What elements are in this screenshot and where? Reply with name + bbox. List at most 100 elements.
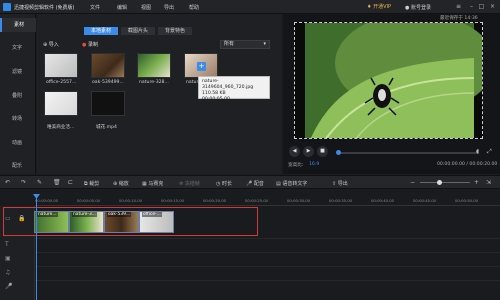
media-thumb-video[interactable] xyxy=(91,91,125,116)
media-label: office-2557... xyxy=(46,80,77,85)
media-label: 唯美商业活... xyxy=(47,125,75,130)
split-icon[interactable]: ⊏ xyxy=(68,179,73,186)
preview-canvas[interactable] xyxy=(294,22,483,139)
tab-local-media[interactable]: 本地素材 xyxy=(84,27,118,35)
media-filter-select[interactable]: 所有 ▾ xyxy=(220,40,270,49)
freeze-label: 冻结帧 xyxy=(184,181,200,187)
tab-background[interactable]: 背景特色 xyxy=(158,27,192,35)
ruler-tick: 00:00:40.00 xyxy=(371,198,395,203)
preview-scrubber-handle[interactable] xyxy=(336,150,341,155)
sidebar-item-music[interactable]: 配乐 xyxy=(0,159,36,173)
redo-icon[interactable]: ↷ xyxy=(21,179,26,186)
record-button[interactable]: ● 录制 xyxy=(82,41,98,48)
track-divider xyxy=(35,280,500,281)
playhead[interactable] xyxy=(36,196,37,300)
speech-to-text-button[interactable]: ▤ 语音转文字 xyxy=(276,180,307,187)
timeline-zoom-handle[interactable] xyxy=(437,180,442,185)
export-button[interactable]: ⇪ 导出 xyxy=(332,180,348,187)
text-track-icon: T xyxy=(5,241,9,248)
sidebar-item-filter[interactable]: 滤镜 xyxy=(0,65,36,79)
stop-button[interactable]: ■ xyxy=(317,146,328,157)
last-saved-label: 最近保存于 14:36 xyxy=(440,16,478,21)
add-to-timeline-button[interactable]: + xyxy=(197,62,206,71)
vip-button[interactable]: ♦ 开通VIP xyxy=(367,3,391,10)
preview-scrubber[interactable] xyxy=(338,152,478,154)
sidebar-item-text[interactable]: 文字 xyxy=(0,41,36,55)
zoom-in-icon[interactable]: + xyxy=(474,179,479,186)
fullscreen-icon[interactable]: ⤢ xyxy=(487,148,492,156)
zoom-label: 缩放 xyxy=(118,181,129,187)
maximize-icon[interactable]: □ xyxy=(478,3,485,10)
export-label: 导出 xyxy=(337,181,348,187)
ruler-tick: 00:00:35.00 xyxy=(329,198,353,203)
zoom-button[interactable]: ⊕ 缩放 xyxy=(113,180,129,187)
mosaic-label: 马赛克 xyxy=(148,181,164,187)
menu-file[interactable]: 文件 xyxy=(90,4,100,11)
crop-button[interactable]: ⧉ 裁剪 xyxy=(84,180,99,187)
freeze-frame-button[interactable]: ❄ 冻结帧 xyxy=(179,180,200,187)
voice-track-icon: 🎤 xyxy=(5,283,13,290)
menu-export[interactable]: 导出 xyxy=(164,4,174,11)
dub-button[interactable]: 🎤 配音 xyxy=(246,180,264,187)
media-thumb-oak[interactable] xyxy=(91,53,125,78)
track-divider xyxy=(35,266,500,267)
sidebar-item-transition[interactable]: 转场 xyxy=(0,112,36,126)
aspect-ratio-select[interactable]: 16:9 xyxy=(309,162,319,167)
media-thumb-office[interactable] xyxy=(44,53,78,78)
timeline-zoom-slider[interactable] xyxy=(420,182,470,183)
preview-time: 00:00:00.00 / 00:00:20.00 xyxy=(437,162,498,167)
filter-value: 所有 xyxy=(224,41,235,47)
ruler-tick: 00:00:20.00 xyxy=(203,198,227,203)
media-thumb-business[interactable] xyxy=(44,91,78,116)
chevron-down-icon: ▾ xyxy=(263,41,266,47)
zoom-out-icon[interactable]: − xyxy=(410,179,415,186)
delete-icon[interactable]: 🗑 xyxy=(53,179,61,186)
ruler-tick: 00:00:00.00 xyxy=(35,198,59,203)
fit-icon[interactable]: ⇲ xyxy=(486,179,491,186)
track-divider xyxy=(35,238,500,239)
sidebar: 素材 文字 滤镜 叠附 转场 动画 配乐 xyxy=(0,14,36,174)
media-tooltip: nature-3149604_960_720.jpg 110.58 KB 00:… xyxy=(198,76,270,102)
timeline-ruler[interactable]: 00:00:00.00 00:00:05.00 00:00:10.00 00:00:1… xyxy=(35,198,500,206)
ruler-tick: 00:00:05.00 xyxy=(77,198,101,203)
minimize-icon[interactable]: – xyxy=(468,3,475,10)
music-track-icon: ♫ xyxy=(5,269,11,276)
import-button[interactable]: ⊕ 导入 xyxy=(43,41,59,48)
tab-intro[interactable]: 截图片头 xyxy=(121,27,155,35)
prev-frame-button[interactable]: ◀ xyxy=(289,146,300,157)
duration-button[interactable]: ◷ 时长 xyxy=(216,180,232,187)
volume-icon[interactable]: ◖ xyxy=(476,148,479,155)
login-button[interactable]: ● 账号登录 xyxy=(405,4,431,11)
menu-edit[interactable]: 编辑 xyxy=(117,4,127,11)
media-label: oak-539499... xyxy=(92,80,124,85)
sidebar-item-overlay[interactable]: 叠附 xyxy=(0,89,36,103)
settings-icon[interactable]: ≡ xyxy=(455,3,462,10)
ruler-tick: 00:00:10.00 xyxy=(119,198,143,203)
ruler-tick: 00:00:25.00 xyxy=(245,198,269,203)
ruler-tick: 00:00:15.00 xyxy=(161,198,185,203)
mosaic-button[interactable]: ▦ 马赛克 xyxy=(142,180,163,187)
sidebar-item-animation[interactable]: 动画 xyxy=(0,136,36,150)
menu-help[interactable]: 帮助 xyxy=(189,4,199,11)
close-icon[interactable]: × xyxy=(489,3,496,10)
media-label: 城花.mp4 xyxy=(96,125,117,130)
dub-label: 配音 xyxy=(253,181,264,187)
import-label: 导入 xyxy=(48,42,59,48)
preview-image xyxy=(295,23,482,138)
vip-label: 开通VIP xyxy=(373,4,391,10)
ruler-tick: 00:00:45.00 xyxy=(413,198,437,203)
record-icon: ● xyxy=(82,42,87,48)
media-thumb-nature-1[interactable] xyxy=(137,53,171,78)
tooltip-filename: nature-3149604_960_720.jpg xyxy=(202,79,254,90)
app-logo-icon xyxy=(3,3,11,11)
undo-icon[interactable]: ↶ xyxy=(5,179,10,186)
edit-icon[interactable]: ✎ xyxy=(37,179,42,186)
ruler-tick: 00:00:30.00 xyxy=(287,198,311,203)
login-label: 账号登录 xyxy=(410,5,431,11)
selection-highlight xyxy=(3,207,258,236)
speech-to-text-label: 语音转文字 xyxy=(282,181,308,187)
menu-view[interactable]: 视图 xyxy=(141,4,151,11)
track-divider xyxy=(35,252,500,253)
play-button[interactable]: ▶ xyxy=(303,146,314,157)
sidebar-item-media[interactable]: 素材 xyxy=(0,18,36,32)
